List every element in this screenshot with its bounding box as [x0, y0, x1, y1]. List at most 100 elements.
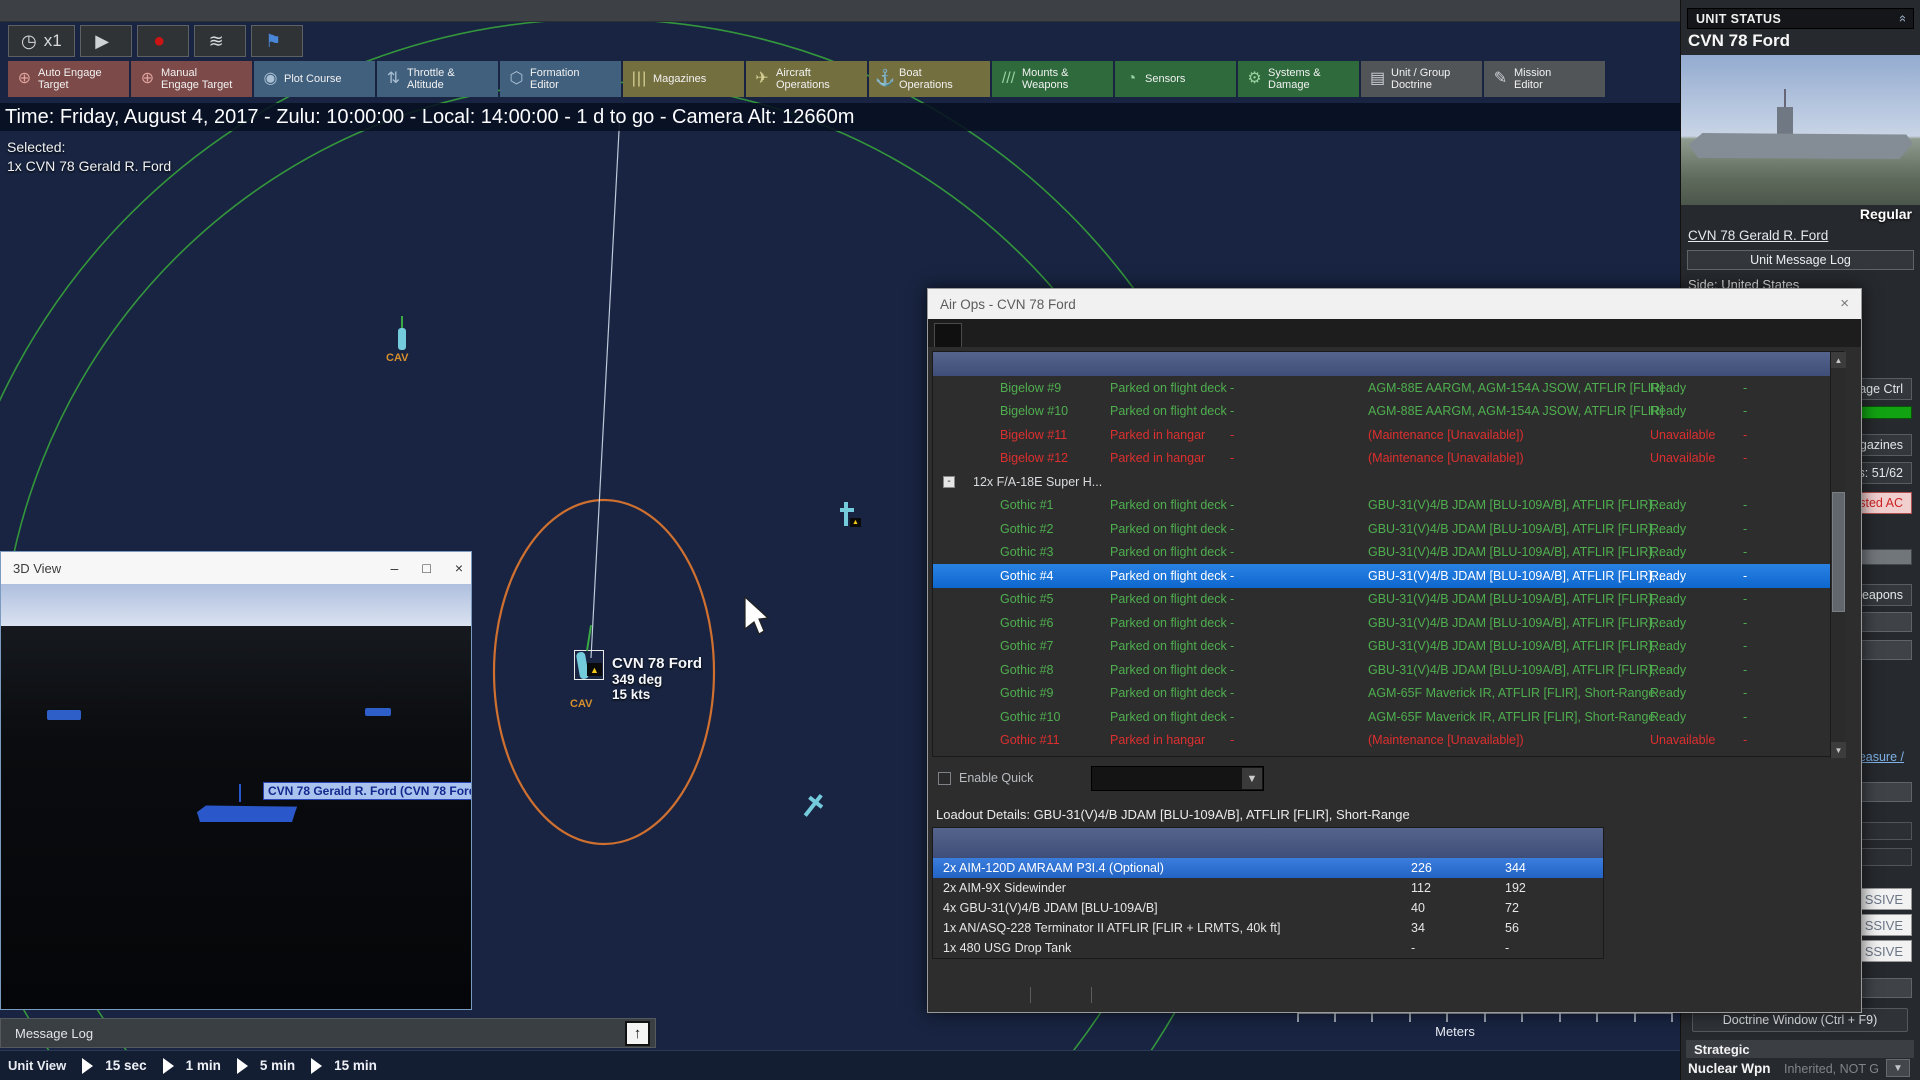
play-triangle-icon [236, 1057, 248, 1074]
expand-up-icon[interactable]: ↑ [625, 1021, 650, 1046]
store-name: 4x GBU-31(V)4/B JDAM [BLU-109A/B] [943, 901, 1158, 915]
time-step-button[interactable]: 5 min [236, 1057, 295, 1074]
toolbar-button[interactable]: /// Mounts & Weapons [992, 61, 1113, 97]
3d-viewport[interactable]: CVN 78 Gerald R. Ford (CVN 78 Ford) [1, 584, 471, 1009]
time-step-button[interactable]: 15 min [311, 1057, 377, 1074]
toolbar-button[interactable]: ◉ Plot Course [254, 61, 375, 97]
map-contact-icon[interactable]: ▲ [840, 502, 864, 532]
toolbar-button[interactable]: ✎ Mission Editor [1484, 61, 1605, 97]
stores-table-header [933, 828, 1603, 858]
control-button[interactable]: ◷ x1 [8, 25, 75, 57]
aircraft-row[interactable]: - 12x F/A-18E Super H... [933, 470, 1830, 494]
toolbar-button[interactable]: ⚙ Systems & Damage [1238, 61, 1359, 97]
aircraft-name: Gothic #4 [1000, 568, 1054, 583]
group-collapse-box[interactable]: - [943, 475, 955, 488]
time-step-button[interactable]: 15 sec [82, 1057, 147, 1074]
quick-turnaround-dropdown[interactable]: ▼ [1091, 766, 1264, 791]
3d-ship-silhouette [365, 708, 391, 716]
toolbar-button[interactable]: ⊕ Manual Engage Target [131, 61, 252, 97]
unit-heading-label: 349 deg [612, 672, 663, 687]
store-row[interactable]: 1x AN/ASQ-228 Terminator II ATFLIR [FLIR… [933, 918, 1603, 938]
aircraft-row[interactable]: Gothic #10 Parked on flight deck - AGM-6… [933, 705, 1830, 729]
store-available-magazines: 40 [1411, 901, 1425, 915]
aircraft-row[interactable]: Gothic #11 Parked in hangar - (Maintenan… [933, 729, 1830, 753]
3d-view-window[interactable]: 3D View – □ × CVN 78 Gerald R. Ford (CVN… [0, 551, 472, 1010]
toolbar-button[interactable]: ▤ Unit / Group Doctrine [1361, 61, 1482, 97]
toolbar-button[interactable]: ⚓ Boat Operations [869, 61, 990, 97]
aircraft-status: Parked on flight deck [1110, 592, 1227, 607]
store-name: 2x AIM-9X Sidewinder [943, 881, 1066, 895]
info-line [1616, 961, 1858, 977]
control-button[interactable]: ⚑ [250, 25, 303, 57]
info-line [1616, 847, 1858, 863]
time-steps: 15 sec 1 min 5 min 15 min [66, 1057, 377, 1074]
store-row[interactable]: 4x GBU-31(V)4/B JDAM [BLU-109A/B] 40 72 [933, 898, 1603, 918]
store-available-magazines: 226 [1411, 861, 1432, 875]
control-icon: ● [153, 30, 166, 52]
control-button[interactable]: ≋ [193, 25, 246, 57]
aircraft-row[interactable]: Gothic #5 Parked on flight deck - GBU-31… [933, 588, 1830, 612]
toolbar-label: Throttle & Altitude [407, 67, 455, 91]
aircraft-row[interactable]: Bigelow #11 Parked in hangar - (Maintena… [933, 423, 1830, 447]
aircraft-row[interactable]: Gothic #2 Parked on flight deck - GBU-31… [933, 517, 1830, 541]
scrollbar[interactable]: ▲ ▼ [1830, 352, 1846, 758]
control-button[interactable]: ▶ [79, 25, 132, 57]
toolbar-button[interactable]: ⊕ Auto Engage Target [8, 61, 129, 97]
toolbar-button[interactable]: ||| Magazines [623, 61, 744, 97]
toolbar-button[interactable]: ✈ Aircraft Operations [746, 61, 867, 97]
aircraft-row[interactable]: Gothic #8 Parked on flight deck - GBU-31… [933, 658, 1830, 682]
aircraft-row[interactable]: Gothic #9 Parked on flight deck - AGM-65… [933, 682, 1830, 706]
store-row[interactable]: 1x 480 USG Drop Tank - - [933, 938, 1603, 958]
dialog-button[interactable] [1091, 987, 1092, 1003]
toolbar-button[interactable]: ◔ Sensors [1115, 61, 1236, 97]
store-row[interactable]: 2x AIM-9X Sidewinder 112 192 [933, 878, 1603, 898]
aircraft-quick-turnaround: - [1743, 592, 1748, 607]
map-unit-cvn78[interactable]: ▲ [574, 625, 604, 680]
scroll-up-icon[interactable]: ▲ [1831, 352, 1846, 368]
scrollbar-thumb[interactable] [1832, 492, 1845, 612]
minimize-icon[interactable]: – [391, 560, 399, 576]
aircraft-row[interactable]: Bigelow #12 Parked in hangar - (Maintena… [933, 447, 1830, 471]
aircraft-row[interactable]: Gothic #4 Parked on flight deck - GBU-31… [933, 564, 1830, 588]
time-step-button[interactable]: 1 min [162, 1057, 221, 1074]
toolbar-icon: ◉ [263, 70, 278, 87]
chevron-down-icon[interactable]: ▼ [1242, 768, 1262, 789]
toolbar-button[interactable]: ⬡ Formation Editor [500, 61, 621, 97]
close-icon[interactable]: × [455, 560, 463, 576]
aircraft-row[interactable]: Bigelow #9 Parked on flight deck - AGM-8… [933, 376, 1830, 400]
store-row[interactable]: 2x AIM-120D AMRAAM P3I.4 (Optional) 226 … [933, 858, 1603, 878]
aircraft-row[interactable]: Bigelow #10 Parked on flight deck - AGM-… [933, 400, 1830, 424]
aircraft-row[interactable]: Gothic #1 Parked on flight deck - GBU-31… [933, 494, 1830, 518]
aircraft-row[interactable]: Gothic #6 Parked on flight deck - GBU-31… [933, 611, 1830, 635]
3d-unit-label[interactable]: CVN 78 Gerald R. Ford (CVN 78 Ford) [263, 782, 471, 800]
toolbar-button[interactable]: ⇅ Throttle & Altitude [377, 61, 498, 97]
close-icon[interactable]: × [1840, 295, 1849, 312]
aircraft-row[interactable]: Gothic #7 Parked on flight deck - GBU-31… [933, 635, 1830, 659]
aircraft-loadout: GBU-31(V)4/B JDAM [BLU-109A/B], ATFLIR [… [1368, 545, 1670, 560]
scroll-down-icon[interactable]: ▼ [1831, 742, 1846, 758]
photo-hull [1689, 133, 1913, 159]
unit-status-header[interactable]: UNIT STATUS » [1687, 8, 1914, 29]
dialog-titlebar[interactable]: Air Ops - CVN 78 Ford × [928, 289, 1861, 319]
3d-view-titlebar[interactable]: 3D View – □ × [1, 552, 471, 584]
dialog-tab[interactable] [934, 323, 962, 347]
aircraft-row[interactable]: Gothic #3 Parked on flight deck - GBU-31… [933, 541, 1830, 565]
aircraft-status: Parked on flight deck [1110, 709, 1227, 724]
enable-quick-checkbox[interactable] [938, 771, 951, 785]
unit-db-link[interactable]: CVN 78 Gerald R. Ford [1688, 228, 1828, 243]
message-log-bar[interactable]: Message Log ↑ [0, 1018, 656, 1048]
map-contact-icon[interactable]: CAV [386, 316, 412, 364]
aircraft-quick-turnaround: - [1743, 545, 1748, 560]
maximize-icon[interactable]: □ [422, 560, 430, 576]
nuclear-weapon-dropdown[interactable]: ▼ [1886, 1059, 1910, 1077]
unit-message-log-button[interactable]: Unit Message Log [1687, 250, 1914, 270]
control-button[interactable]: ● [136, 25, 189, 57]
dialog-button[interactable] [1030, 987, 1031, 1003]
unit-speed-label: 15 kts [612, 687, 651, 702]
collapse-chevron-icon[interactable]: » [1894, 15, 1909, 22]
dialog-tab[interactable] [962, 323, 988, 347]
enable-quick-row: Enable Quick [938, 771, 1033, 785]
proficiency-badge: Regular [1859, 206, 1912, 222]
air-ops-dialog[interactable]: Air Ops - CVN 78 Ford × Bigelow #9 Parke… [927, 288, 1862, 1013]
toolbar-icon: ⬡ [509, 70, 524, 87]
